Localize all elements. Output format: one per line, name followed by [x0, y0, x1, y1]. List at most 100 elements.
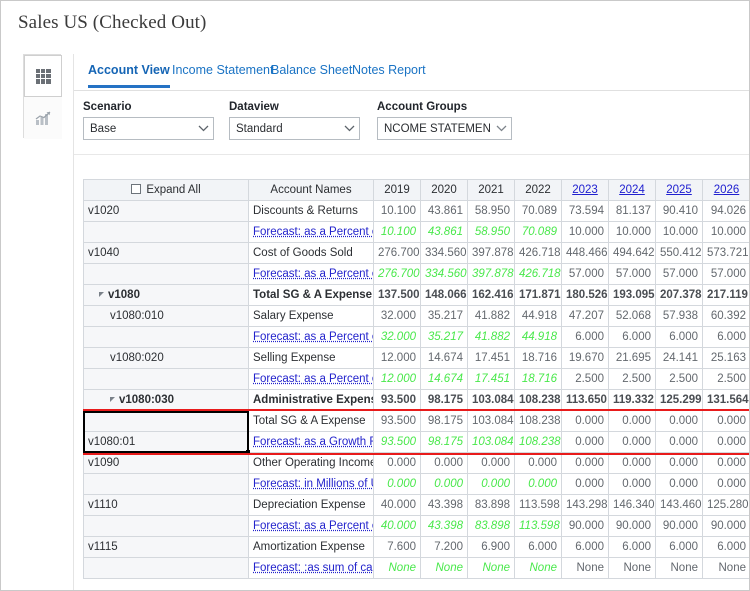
tab-account-view[interactable]: Account View: [88, 63, 170, 88]
value-cell[interactable]: 0.000: [467, 452, 515, 474]
value-cell[interactable]: None: [373, 557, 421, 579]
tab-income-statement[interactable]: Income Statement: [172, 63, 273, 85]
value-cell[interactable]: 12.000: [373, 368, 421, 390]
value-cell[interactable]: 58.950: [467, 200, 515, 222]
value-cell[interactable]: 171.871: [514, 284, 562, 306]
value-cell[interactable]: 24.141: [655, 347, 703, 369]
expand-all-header[interactable]: Expand All: [83, 179, 249, 201]
value-cell[interactable]: 57.000: [608, 263, 656, 285]
table-row[interactable]: Total SG & A Expense 93.500 98.175 103.084 1…: [83, 410, 749, 432]
value-cell[interactable]: 6.000: [561, 326, 609, 348]
account-id-cell[interactable]: v1080:030: [83, 389, 249, 411]
value-cell[interactable]: 93.500: [373, 431, 421, 453]
table-row[interactable]: v1115 Amortization Expense 7.600 7.200 6.900…: [83, 536, 749, 558]
value-cell[interactable]: 10.000: [702, 221, 749, 243]
value-cell[interactable]: 131.564: [702, 389, 749, 411]
forecast-method-link[interactable]: Forecast: as a Percent of S: [248, 326, 374, 348]
value-cell[interactable]: 426.718: [514, 242, 562, 264]
value-cell[interactable]: 137.500: [373, 284, 421, 306]
value-cell[interactable]: 21.695: [608, 347, 656, 369]
value-cell[interactable]: 41.882: [467, 326, 515, 348]
year-header-2024[interactable]: 2024: [608, 179, 656, 201]
value-cell[interactable]: 6.000: [608, 536, 656, 558]
value-cell[interactable]: 7.600: [373, 536, 421, 558]
table-row[interactable]: Forecast: as a Percent of D40.00043.3988…: [83, 515, 749, 537]
value-cell[interactable]: 125.280: [702, 494, 749, 516]
value-cell[interactable]: 43.398: [420, 494, 468, 516]
value-cell[interactable]: 18.716: [514, 347, 562, 369]
value-cell[interactable]: 17.451: [467, 368, 515, 390]
value-cell[interactable]: 143.460: [655, 494, 703, 516]
forecast-method-link[interactable]: Forecast: as a Percent of D: [248, 515, 374, 537]
scenario-select[interactable]: Base: [83, 117, 214, 140]
table-row[interactable]: v1080:010 Salary Expense 32.000 35.217 41.88…: [83, 305, 749, 327]
value-cell[interactable]: 44.918: [514, 305, 562, 327]
value-cell[interactable]: 14.674: [420, 347, 468, 369]
value-cell[interactable]: 550.412: [655, 242, 703, 264]
value-cell[interactable]: 81.137: [608, 200, 656, 222]
table-row[interactable]: Forecast: as a Percent of S276.700334.56…: [83, 263, 749, 285]
value-cell[interactable]: 6.000: [655, 536, 703, 558]
value-cell[interactable]: None: [514, 557, 562, 579]
value-cell[interactable]: 334.560: [420, 263, 468, 285]
account-id-cell[interactable]: v1090: [83, 452, 249, 474]
value-cell[interactable]: 10.100: [373, 200, 421, 222]
account-id-cell[interactable]: [83, 326, 249, 348]
value-cell[interactable]: 0.000: [467, 473, 515, 495]
value-cell[interactable]: 18.716: [514, 368, 562, 390]
value-cell[interactable]: 35.217: [420, 326, 468, 348]
year-header-2019[interactable]: 2019: [373, 179, 421, 201]
value-cell[interactable]: 397.878: [467, 242, 515, 264]
chart-view-icon[interactable]: [24, 97, 62, 139]
value-cell[interactable]: 0.000: [561, 431, 609, 453]
account-id-cell[interactable]: v1080:01: [83, 431, 249, 453]
value-cell[interactable]: 60.392: [702, 305, 749, 327]
year-header-2025[interactable]: 2025: [655, 179, 703, 201]
value-cell[interactable]: 58.950: [467, 221, 515, 243]
forecast-method-link[interactable]: Forecast: as a Percent of S: [248, 263, 374, 285]
value-cell[interactable]: 12.000: [373, 347, 421, 369]
value-cell[interactable]: 0.000: [608, 473, 656, 495]
account-id-cell[interactable]: [83, 410, 249, 432]
value-cell[interactable]: 162.416: [467, 284, 515, 306]
dataview-select[interactable]: Standard: [229, 117, 360, 140]
table-row[interactable]: v1080 Total SG & A Expense 137.500 148.066 1…: [83, 284, 749, 306]
account-id-cell[interactable]: [83, 221, 249, 243]
value-cell[interactable]: 52.068: [608, 305, 656, 327]
value-cell[interactable]: 44.918: [514, 326, 562, 348]
value-cell[interactable]: 70.089: [514, 221, 562, 243]
value-cell[interactable]: 70.089: [514, 200, 562, 222]
value-cell[interactable]: 43.861: [420, 221, 468, 243]
value-cell[interactable]: 41.882: [467, 305, 515, 327]
value-cell[interactable]: 113.650: [561, 389, 609, 411]
value-cell[interactable]: 0.000: [655, 431, 703, 453]
grid-view-icon[interactable]: [24, 55, 62, 97]
value-cell[interactable]: 93.500: [373, 410, 421, 432]
value-cell[interactable]: 94.026: [702, 200, 749, 222]
value-cell[interactable]: 90.000: [608, 515, 656, 537]
value-cell[interactable]: 0.000: [420, 452, 468, 474]
tab-balance-sheet[interactable]: Balance Sheet: [271, 63, 352, 85]
table-row[interactable]: Forecast: :as sum of cash None None None Non…: [83, 557, 749, 579]
value-cell[interactable]: 108.238: [514, 410, 562, 432]
value-cell[interactable]: 0.000: [561, 410, 609, 432]
expand-all-checkbox[interactable]: [131, 184, 142, 194]
value-cell[interactable]: 276.700: [373, 242, 421, 264]
value-cell[interactable]: None: [561, 557, 609, 579]
value-cell[interactable]: 0.000: [702, 452, 749, 474]
value-cell[interactable]: 119.332: [608, 389, 656, 411]
account-grid[interactable]: Expand All Account Names 2019 2020 2021 …: [83, 179, 749, 590]
table-row[interactable]: Forecast: as a Percent of S12.00014.6741…: [83, 368, 749, 390]
value-cell[interactable]: 35.217: [420, 305, 468, 327]
forecast-method-link[interactable]: Forecast: as a Growth Rate: [248, 431, 374, 453]
value-cell[interactable]: 0.000: [373, 473, 421, 495]
value-cell[interactable]: None: [655, 557, 703, 579]
value-cell[interactable]: 6.900: [467, 536, 515, 558]
forecast-method-link[interactable]: Forecast: :as sum of cash: [248, 557, 374, 579]
value-cell[interactable]: 6.000: [561, 536, 609, 558]
value-cell[interactable]: 10.100: [373, 221, 421, 243]
value-cell[interactable]: None: [702, 557, 749, 579]
value-cell[interactable]: 143.298: [561, 494, 609, 516]
value-cell[interactable]: 90.410: [655, 200, 703, 222]
value-cell[interactable]: 573.721: [702, 242, 749, 264]
